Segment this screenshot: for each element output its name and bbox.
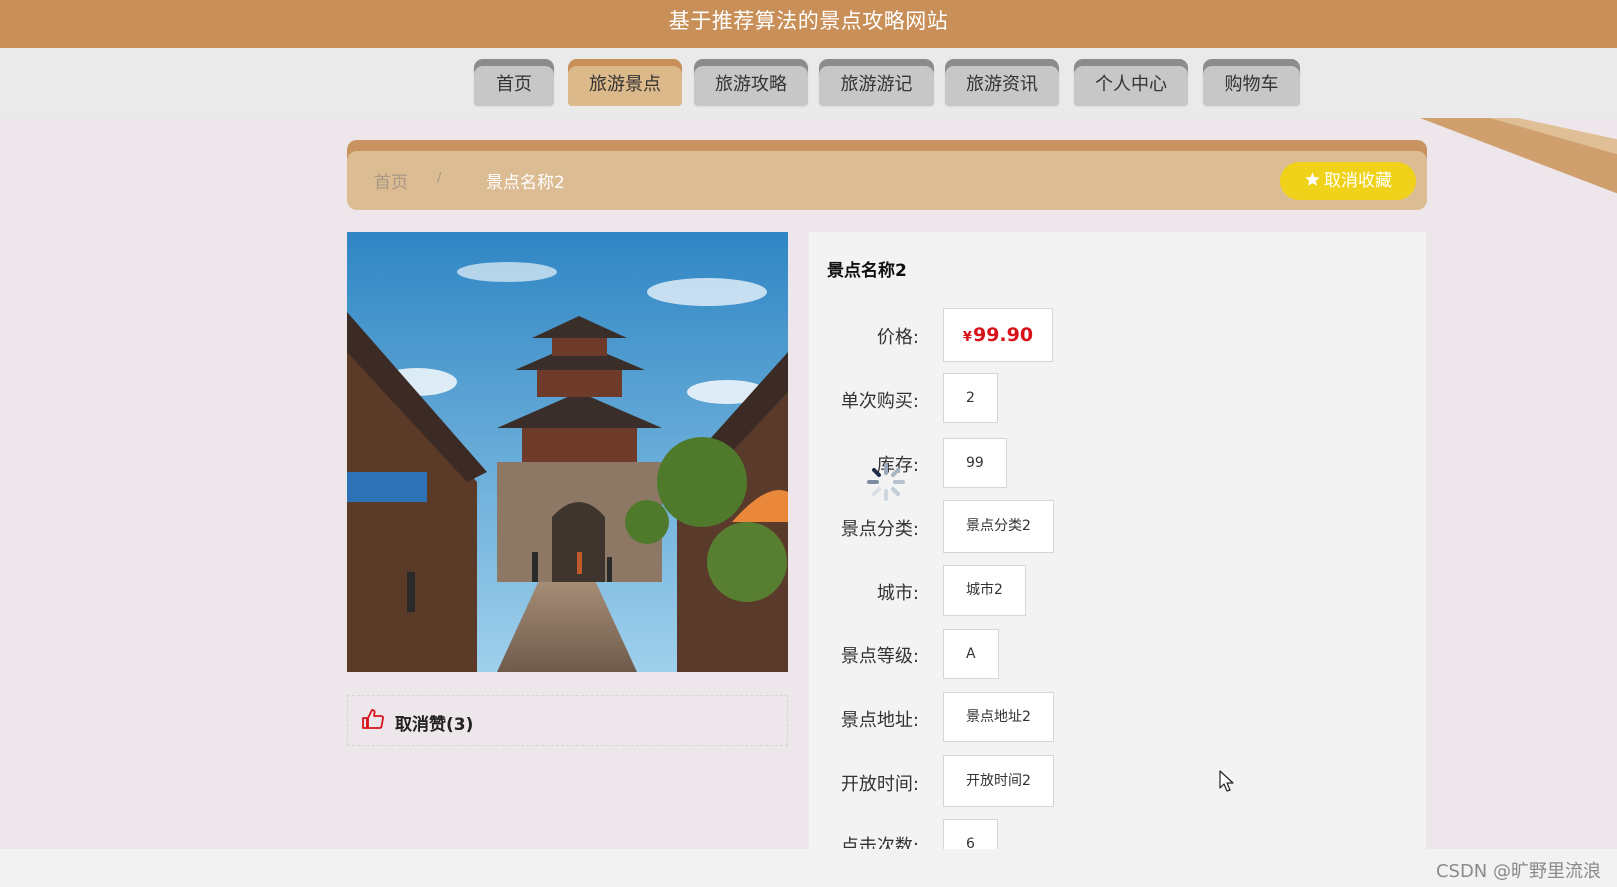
address-value: 景点地址2 (943, 692, 1054, 742)
purchase-quantity-value: 2 (943, 373, 998, 423)
nav-item-attractions[interactable]: 旅游景点 (568, 59, 682, 106)
site-header: 基于推荐算法的景点攻略网站 (0, 0, 1617, 48)
category-label: 景点分类: (840, 519, 919, 540)
unfavorite-button[interactable]: 取消收藏 (1280, 162, 1416, 200)
city-label: 城市: (876, 583, 919, 604)
like-panel: 取消赞(3) (347, 695, 788, 746)
nav-item-news[interactable]: 旅游资讯 (945, 59, 1059, 106)
price-value: ¥99.90 (943, 308, 1053, 362)
decorative-stripe (1420, 118, 1617, 206)
grade-label: 景点等级: (840, 646, 919, 667)
breadcrumb-separator: / (437, 171, 442, 186)
category-value: 景点分类2 (943, 500, 1054, 553)
opening-hours-value: 开放时间2 (943, 755, 1054, 807)
attraction-photo (347, 232, 788, 672)
footer-band (0, 849, 1617, 887)
star-icon (1304, 162, 1321, 200)
purchase-quantity-label: 单次购买: (840, 391, 919, 412)
mouse-cursor-icon (1219, 770, 1235, 794)
breadcrumb-current: 景点名称2 (486, 173, 565, 193)
price-label: 价格: (876, 327, 919, 348)
main-nav: 首页 旅游景点 旅游攻略 旅游游记 旅游资讯 个人中心 购物车 (0, 48, 1617, 118)
city-value: 城市2 (943, 565, 1026, 616)
breadcrumb: 首页 / 景点名称2 取消收藏 (347, 140, 1427, 210)
thumbs-up-icon[interactable] (361, 708, 385, 730)
nav-item-profile[interactable]: 个人中心 (1074, 59, 1188, 106)
nav-item-guides[interactable]: 旅游攻略 (694, 59, 808, 106)
unfavorite-label: 取消收藏 (1324, 171, 1392, 191)
attraction-name: 景点名称2 (827, 261, 907, 281)
nav-item-travelogues[interactable]: 旅游游记 (819, 59, 934, 106)
loading-spinner-icon (866, 462, 906, 502)
address-label: 景点地址: (840, 710, 919, 731)
opening-hours-label: 开放时间: (840, 774, 919, 795)
stock-value: 99 (943, 438, 1007, 488)
grade-value: A (943, 629, 999, 679)
site-title: 基于推荐算法的景点攻略网站 (668, 9, 949, 33)
breadcrumb-home-link[interactable]: 首页 (374, 168, 408, 193)
nav-item-cart[interactable]: 购物车 (1203, 59, 1300, 106)
nav-item-home[interactable]: 首页 (474, 59, 554, 106)
attraction-detail-panel: 景点名称2 价格: ¥99.90 单次购买: 2 库存: 99 景点分类: 景点… (809, 232, 1426, 869)
unlike-button[interactable]: 取消赞(3) (395, 710, 473, 735)
watermark: CSDN @旷野里流浪 (1435, 861, 1601, 882)
